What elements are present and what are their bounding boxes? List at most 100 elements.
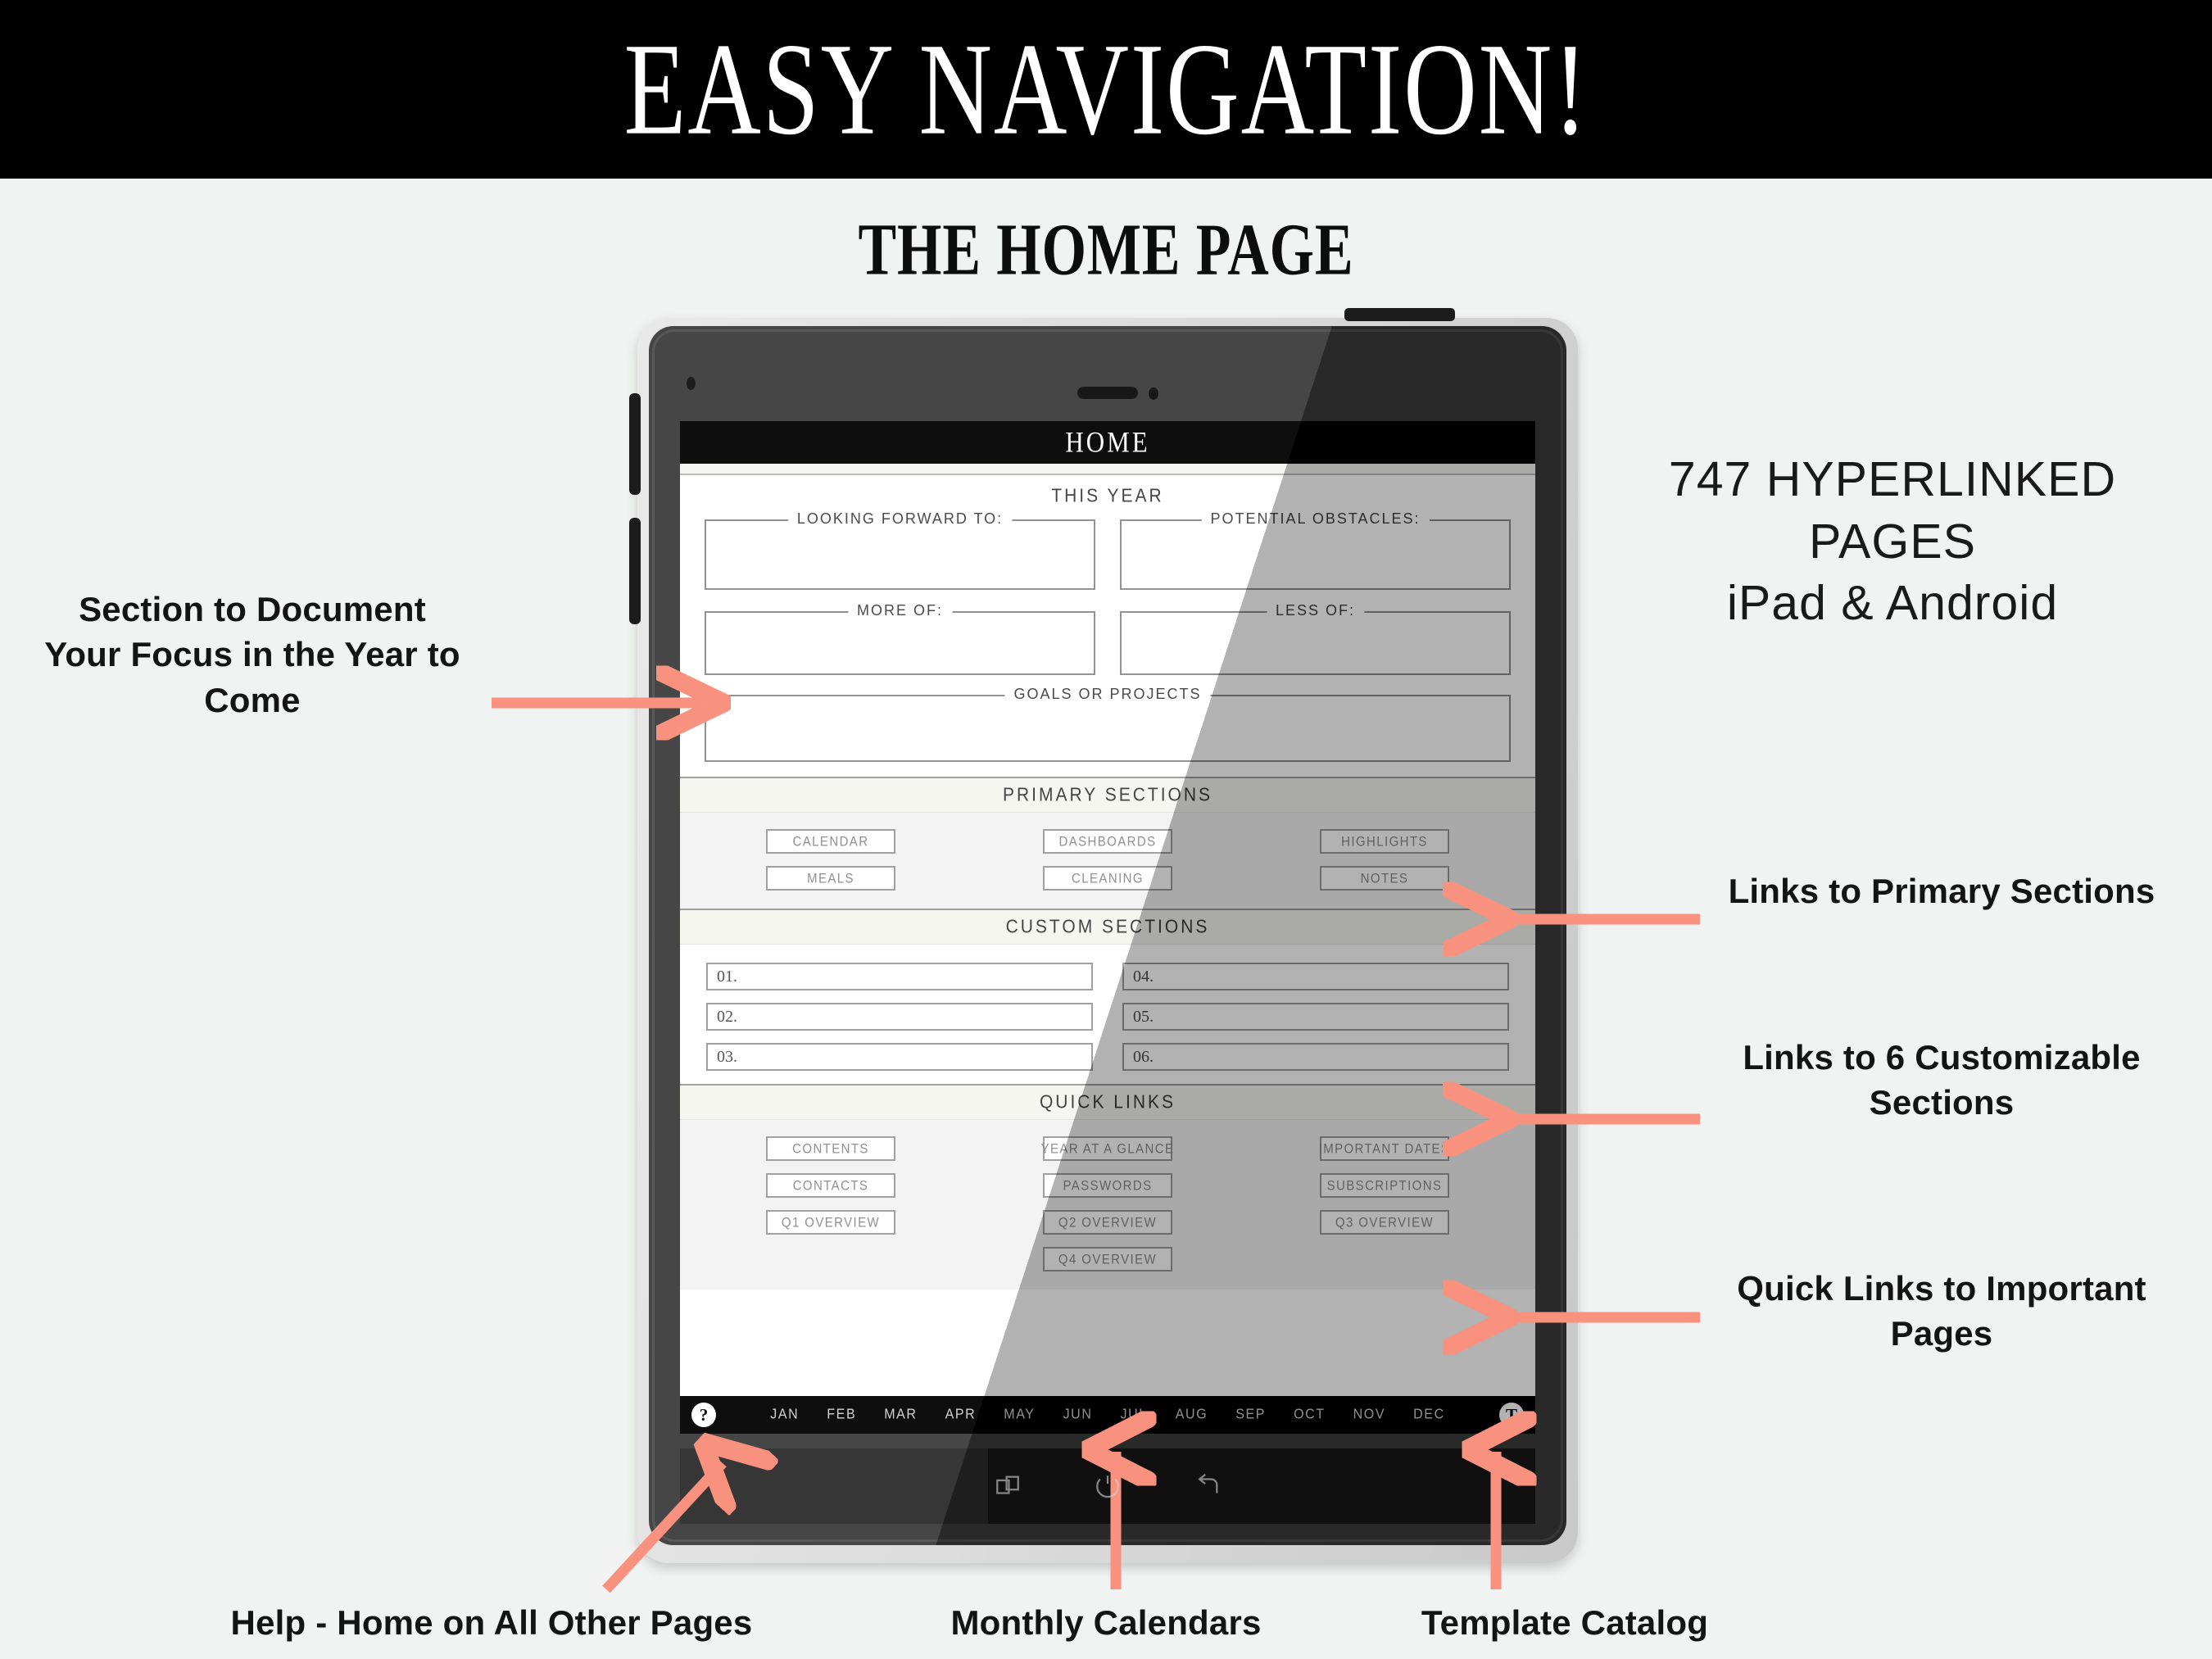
speaker-grill-icon — [1077, 387, 1138, 399]
quick-links-band: QUICK LINKS — [680, 1084, 1535, 1120]
less-of-label: LESS OF: — [1266, 602, 1365, 619]
link-contents[interactable]: CONTENTS — [766, 1136, 895, 1161]
month-label: JUN — [1063, 1407, 1093, 1422]
template-catalog-icon[interactable]: T — [1499, 1403, 1524, 1427]
month-may[interactable]: MAY — [1004, 1407, 1035, 1422]
custom-field-03[interactable]: 03. — [706, 1043, 1093, 1071]
link-passwords[interactable]: PASSWORDS — [1043, 1173, 1172, 1198]
goals-or-projects-label: GOALS OR PROJECTS — [1004, 686, 1211, 703]
custom-field-01[interactable]: 01. — [706, 963, 1093, 990]
month-links: JAN FEB MAR APR MAY JUN JUL AUG SEP OCT … — [716, 1407, 1499, 1422]
custom-field-05[interactable]: 05. — [1122, 1003, 1509, 1031]
link-label: YEAR AT A GLANCE — [1040, 1140, 1175, 1157]
month-label: MAY — [1004, 1407, 1036, 1422]
custom-sections-grid: 01. 04. 02. 05. 03. 06. — [706, 963, 1509, 1071]
help-icon[interactable]: ? — [691, 1403, 716, 1427]
annotation-custom-sections: Links to 6 Customizable Sections — [1743, 1038, 2141, 1122]
link-label: IMPORTANT DATES — [1318, 1140, 1451, 1157]
hyperlinked-line-1: 747 HYPERLINKED — [1668, 452, 2117, 506]
camera-icon — [687, 377, 696, 390]
month-mar[interactable]: MAR — [884, 1407, 917, 1422]
more-of-field[interactable]: MORE OF: — [705, 602, 1095, 675]
custom-field-06[interactable]: 06. — [1122, 1043, 1509, 1071]
month-label: FEB — [827, 1407, 857, 1422]
link-q3-overview[interactable]: Q3 OVERVIEW — [1320, 1210, 1449, 1235]
annotation-quick-links: Quick Links to Important Pages — [1737, 1269, 2146, 1353]
quick-links-body: CONTENTS YEAR AT A GLANCE IMPORTANT DATE… — [680, 1120, 1535, 1290]
month-label: APR — [945, 1407, 977, 1422]
month-dec[interactable]: DEC — [1413, 1407, 1445, 1422]
link-year-at-a-glance[interactable]: YEAR AT A GLANCE — [1040, 1136, 1175, 1161]
primary-sections-grid: CALENDAR DASHBOARDS HIGHLIGHTS MEALS CLE… — [708, 829, 1507, 891]
link-contacts[interactable]: CONTACTS — [766, 1173, 895, 1198]
month-oct[interactable]: OCT — [1294, 1407, 1326, 1422]
link-calendar[interactable]: CALENDAR — [766, 829, 895, 854]
link-q2-overview[interactable]: Q2 OVERVIEW — [1043, 1210, 1172, 1235]
less-of-field[interactable]: LESS OF: — [1120, 602, 1511, 675]
month-apr[interactable]: APR — [945, 1407, 977, 1422]
month-label: OCT — [1294, 1407, 1326, 1422]
hyperlinked-line-3: iPad & Android — [1726, 576, 2059, 631]
link-subscriptions[interactable]: SUBSCRIPTIONS — [1320, 1173, 1449, 1198]
link-label: CALENDAR — [792, 833, 869, 850]
month-jul[interactable]: JUL — [1121, 1407, 1148, 1422]
looking-forward-field[interactable]: LOOKING FORWARD TO: — [705, 510, 1095, 590]
link-q1-overview[interactable]: Q1 OVERVIEW — [766, 1210, 895, 1235]
annotation-focus-section: Section to Document Your Focus in the Ye… — [44, 590, 460, 719]
back-icon[interactable] — [1194, 1472, 1222, 1500]
annotation-primary-sections: Links to Primary Sections — [1728, 872, 2155, 910]
link-label: NOTES — [1360, 870, 1409, 886]
custom-sections-band: CUSTOM SECTIONS — [680, 909, 1535, 945]
annotation-help-home: Help - Home on All Other Pages — [230, 1603, 753, 1642]
month-label: DEC — [1413, 1407, 1445, 1422]
volume-up-button[interactable] — [629, 393, 641, 495]
link-q4-overview[interactable]: Q4 OVERVIEW — [1043, 1247, 1172, 1271]
month-sep[interactable]: SEP — [1235, 1407, 1266, 1422]
this-year-row-1: LOOKING FORWARD TO: POTENTIAL OBSTACLES: — [705, 510, 1511, 590]
link-label: DASHBOARDS — [1058, 833, 1157, 850]
custom-field-04[interactable]: 04. — [1122, 963, 1509, 990]
potential-obstacles-label: POTENTIAL OBSTACLES: — [1201, 510, 1430, 528]
looking-forward-label: LOOKING FORWARD TO: — [787, 510, 1013, 528]
link-label: HIGHLIGHTS — [1341, 833, 1428, 850]
link-label: CONTACTS — [792, 1177, 869, 1194]
planner-screen: HOME THIS YEAR LOOKING FORWARD TO: POTEN… — [680, 421, 1535, 1434]
front-camera-icon — [1149, 388, 1158, 400]
primary-sections-body: CALENDAR DASHBOARDS HIGHLIGHTS MEALS CLE… — [680, 813, 1535, 909]
link-dashboards[interactable]: DASHBOARDS — [1043, 829, 1172, 854]
link-label: CONTENTS — [792, 1140, 869, 1157]
tablet-mockup: HOME THIS YEAR LOOKING FORWARD TO: POTEN… — [629, 308, 1578, 1563]
header-divider — [680, 464, 1535, 475]
hyperlinked-line-2: PAGES — [1809, 514, 1976, 569]
month-nov[interactable]: NOV — [1353, 1407, 1385, 1422]
annotation-template-catalog: Template Catalog — [1421, 1603, 1709, 1642]
month-aug[interactable]: AUG — [1176, 1407, 1208, 1422]
primary-sections-title: PRIMARY SECTIONS — [1002, 784, 1213, 806]
month-jun[interactable]: JUN — [1063, 1407, 1093, 1422]
link-important-dates[interactable]: IMPORTANT DATES — [1318, 1136, 1451, 1161]
home-icon[interactable] — [1094, 1472, 1122, 1500]
volume-down-button[interactable] — [629, 518, 641, 624]
power-button[interactable] — [1344, 308, 1455, 321]
goals-or-projects-field[interactable]: GOALS OR PROJECTS — [705, 686, 1511, 762]
link-label: CLEANING — [1072, 870, 1144, 886]
planner-bottom-nav: ? JAN FEB MAR APR MAY JUN JUL AUG SEP OC… — [680, 1396, 1535, 1434]
custom-field-02[interactable]: 02. — [706, 1003, 1093, 1031]
planner-header: HOME — [680, 421, 1535, 464]
link-label: Q4 OVERVIEW — [1058, 1251, 1158, 1267]
month-label: SEP — [1235, 1407, 1267, 1422]
month-jan[interactable]: JAN — [770, 1407, 799, 1422]
month-label: JUL — [1120, 1407, 1148, 1422]
link-meals[interactable]: MEALS — [766, 866, 895, 891]
quick-links-grid: CONTENTS YEAR AT A GLANCE IMPORTANT DATE… — [708, 1136, 1507, 1271]
link-highlights[interactable]: HIGHLIGHTS — [1320, 829, 1449, 854]
link-notes[interactable]: NOTES — [1320, 866, 1449, 891]
android-system-nav — [680, 1448, 1535, 1524]
link-cleaning[interactable]: CLEANING — [1043, 866, 1172, 891]
recents-icon[interactable] — [994, 1472, 1022, 1500]
potential-obstacles-field[interactable]: POTENTIAL OBSTACLES: — [1120, 510, 1511, 590]
quick-links-title: QUICK LINKS — [1039, 1091, 1176, 1113]
link-label: Q2 OVERVIEW — [1058, 1214, 1158, 1231]
month-feb[interactable]: FEB — [827, 1407, 856, 1422]
planner-header-title: HOME — [1065, 425, 1150, 459]
